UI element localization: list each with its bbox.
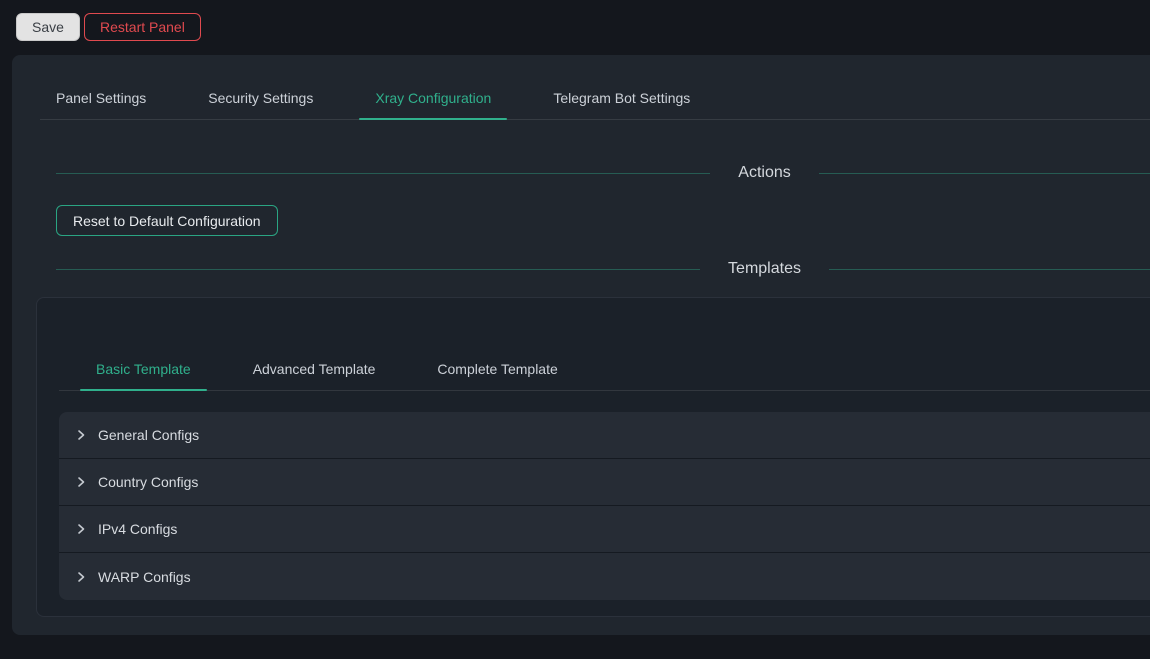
save-button[interactable]: Save (16, 13, 80, 41)
collapse-item-label: General Configs (98, 427, 199, 443)
tab-telegram-bot-settings[interactable]: Telegram Bot Settings (537, 77, 706, 119)
template-config-collapse: General Configs Country Configs IPv4 Con… (59, 412, 1150, 600)
settings-tabbar: Panel Settings Security Settings Xray Co… (40, 77, 1150, 120)
collapse-item-warp-configs[interactable]: WARP Configs (59, 553, 1150, 600)
chevron-right-icon (75, 523, 87, 535)
collapse-item-label: IPv4 Configs (98, 521, 177, 537)
settings-card: Panel Settings Security Settings Xray Co… (12, 55, 1150, 635)
tab-advanced-template[interactable]: Advanced Template (237, 348, 392, 390)
chevron-right-icon (75, 571, 87, 583)
templates-divider: Templates (56, 257, 1150, 281)
tab-security-settings[interactable]: Security Settings (192, 77, 329, 119)
collapse-item-label: Country Configs (98, 474, 198, 490)
actions-divider: Actions (56, 161, 1150, 185)
tab-panel-settings[interactable]: Panel Settings (40, 77, 162, 119)
actions-divider-label: Actions (738, 164, 790, 182)
chevron-right-icon (75, 476, 87, 488)
chevron-right-icon (75, 429, 87, 441)
tab-complete-template[interactable]: Complete Template (421, 348, 573, 390)
tab-xray-configuration[interactable]: Xray Configuration (359, 77, 507, 119)
collapse-item-label: WARP Configs (98, 569, 191, 585)
templates-divider-label: Templates (728, 260, 801, 278)
templates-card: Basic Template Advanced Template Complet… (36, 297, 1150, 617)
reset-to-default-button[interactable]: Reset to Default Configuration (56, 205, 278, 236)
collapse-item-general-configs[interactable]: General Configs (59, 412, 1150, 459)
xray-settings-page: { "toolbar": { "save_label": "Save", "re… (0, 0, 1150, 659)
templates-tabbar: Basic Template Advanced Template Complet… (59, 348, 1150, 391)
tab-basic-template[interactable]: Basic Template (80, 348, 207, 390)
collapse-item-ipv4-configs[interactable]: IPv4 Configs (59, 506, 1150, 553)
restart-panel-button[interactable]: Restart Panel (84, 13, 201, 41)
top-toolbar: Save Restart Panel (0, 0, 1150, 48)
collapse-item-country-configs[interactable]: Country Configs (59, 459, 1150, 506)
